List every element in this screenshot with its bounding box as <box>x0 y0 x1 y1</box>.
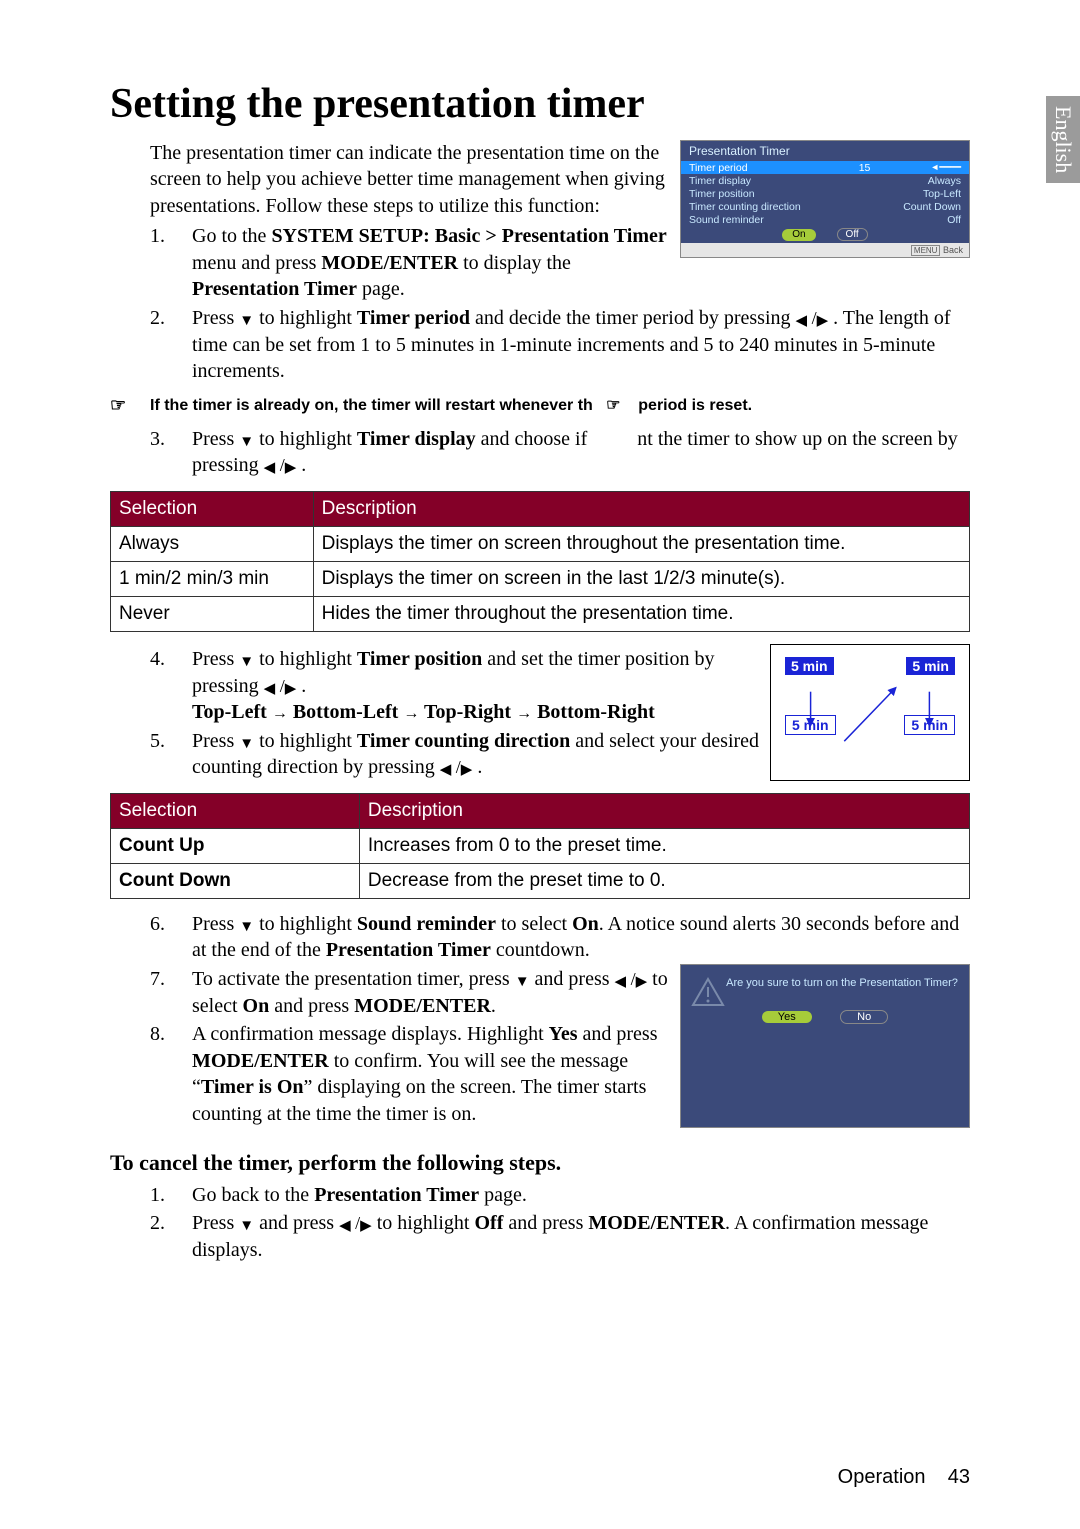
step-7: To activate the presentation timer, pres… <box>192 966 670 1019</box>
left-triangle-icon: ◀ <box>264 682 276 697</box>
osd-row-counting-direction: Timer counting directionCount Down <box>681 200 969 213</box>
step-5: Press ▼ to highlight Timer counting dire… <box>192 728 760 781</box>
down-triangle-icon: ▼ <box>239 737 254 752</box>
osd-menu-label: MENU <box>911 245 941 256</box>
osd-on-pill: On <box>782 229 815 241</box>
arrow-right-icon: → <box>516 705 532 722</box>
pos-top-left: 5 min <box>785 657 834 675</box>
down-triangle-icon: ▼ <box>239 1219 254 1234</box>
right-triangle-icon: ▶ <box>461 763 473 778</box>
osd-row-timer-period: Timer period15◄━━━━ <box>681 161 969 174</box>
note-1: ☞ If the timer is already on, the timer … <box>110 395 970 416</box>
left-triangle-icon: ◀ <box>440 763 452 778</box>
page-footer: Operation 43 <box>838 1466 970 1489</box>
right-triangle-icon: ▶ <box>285 682 297 697</box>
left-triangle-icon: ◀ <box>796 314 808 329</box>
right-triangle-icon: ▶ <box>636 975 648 990</box>
step-4: Press ▼ to highlight Timer position and … <box>192 646 760 726</box>
osd-row-timer-display: Timer displayAlways <box>681 174 969 187</box>
warning-icon <box>691 977 725 1007</box>
step-3: Press ▼ to highlight Timer display and c… <box>192 426 970 479</box>
left-triangle-icon: ◀ <box>615 975 627 990</box>
osd-presentation-timer: Presentation Timer Timer period15◄━━━━ T… <box>680 140 970 303</box>
cancel-step-1: Go back to the Presentation Timer page. <box>192 1182 970 1209</box>
osd-off-pill: Off <box>837 228 868 241</box>
page-content: Setting the presentation timer The prese… <box>0 0 1080 1303</box>
right-triangle-icon: ▶ <box>285 461 297 476</box>
arrow-right-icon: → <box>403 705 419 722</box>
cancel-step-2: Press ▼ and press ◀ /▶ to highlight Off … <box>192 1210 970 1263</box>
page-title: Setting the presentation timer <box>110 80 970 128</box>
confirm-dialog: Are you sure to turn on the Presentation… <box>680 964 970 1128</box>
osd-title: Presentation Timer <box>681 141 969 161</box>
step-6: Press ▼ to highlight Sound reminder to s… <box>192 911 970 964</box>
pos-bottom-left: 5 min <box>785 715 836 735</box>
table-row: Count DownDecrease from the preset time … <box>111 863 970 898</box>
osd-back-label: Back <box>943 245 963 255</box>
down-triangle-icon: ▼ <box>239 314 254 329</box>
pos-top-right: 5 min <box>906 657 955 675</box>
table-row: AlwaysDisplays the timer on screen throu… <box>111 526 970 561</box>
osd-row-timer-position: Timer positionTop-Left <box>681 187 969 200</box>
left-triangle-icon: ◀ <box>264 461 276 476</box>
down-triangle-icon: ▼ <box>239 655 254 670</box>
table-row: NeverHides the timer throughout the pres… <box>111 596 970 631</box>
osd-row-sound-reminder: Sound reminderOff <box>681 213 969 226</box>
confirm-message: Are you sure to turn on the Presentation… <box>725 977 959 989</box>
step-2: Press ▼ to highlight Timer period and de… <box>192 305 970 385</box>
intro-text: The presentation timer can indicate the … <box>150 142 665 217</box>
step-8: A confirmation message displays. Highlig… <box>192 1021 670 1127</box>
right-triangle-icon: ▶ <box>360 1219 372 1234</box>
arrow-right-icon: → <box>272 705 288 722</box>
down-triangle-icon: ▼ <box>239 435 254 450</box>
right-triangle-icon: ▶ <box>817 314 829 329</box>
confirm-no-button[interactable]: No <box>840 1010 888 1024</box>
down-triangle-icon: ▼ <box>515 975 530 990</box>
step-1: Go to the SYSTEM SETUP: Basic > Presenta… <box>192 223 670 303</box>
language-tab: English <box>1046 96 1080 183</box>
table-row: 1 min/2 min/3 minDisplays the timer on s… <box>111 561 970 596</box>
confirm-yes-button[interactable]: Yes <box>762 1011 812 1023</box>
timer-position-diagram: 5 min 5 min 5 min 5 min <box>770 644 970 781</box>
left-triangle-icon: ◀ <box>339 1219 351 1234</box>
counting-direction-table: SelectionDescription Count UpIncreases f… <box>110 793 970 899</box>
note-hand-icon: ☞ <box>110 395 150 416</box>
timer-display-table: SelectionDescription AlwaysDisplays the … <box>110 491 970 632</box>
cancel-heading: To cancel the timer, perform the followi… <box>110 1150 970 1176</box>
pos-bottom-right: 5 min <box>904 715 955 735</box>
down-triangle-icon: ▼ <box>239 920 254 935</box>
table-row: Count UpIncreases from 0 to the preset t… <box>111 828 970 863</box>
